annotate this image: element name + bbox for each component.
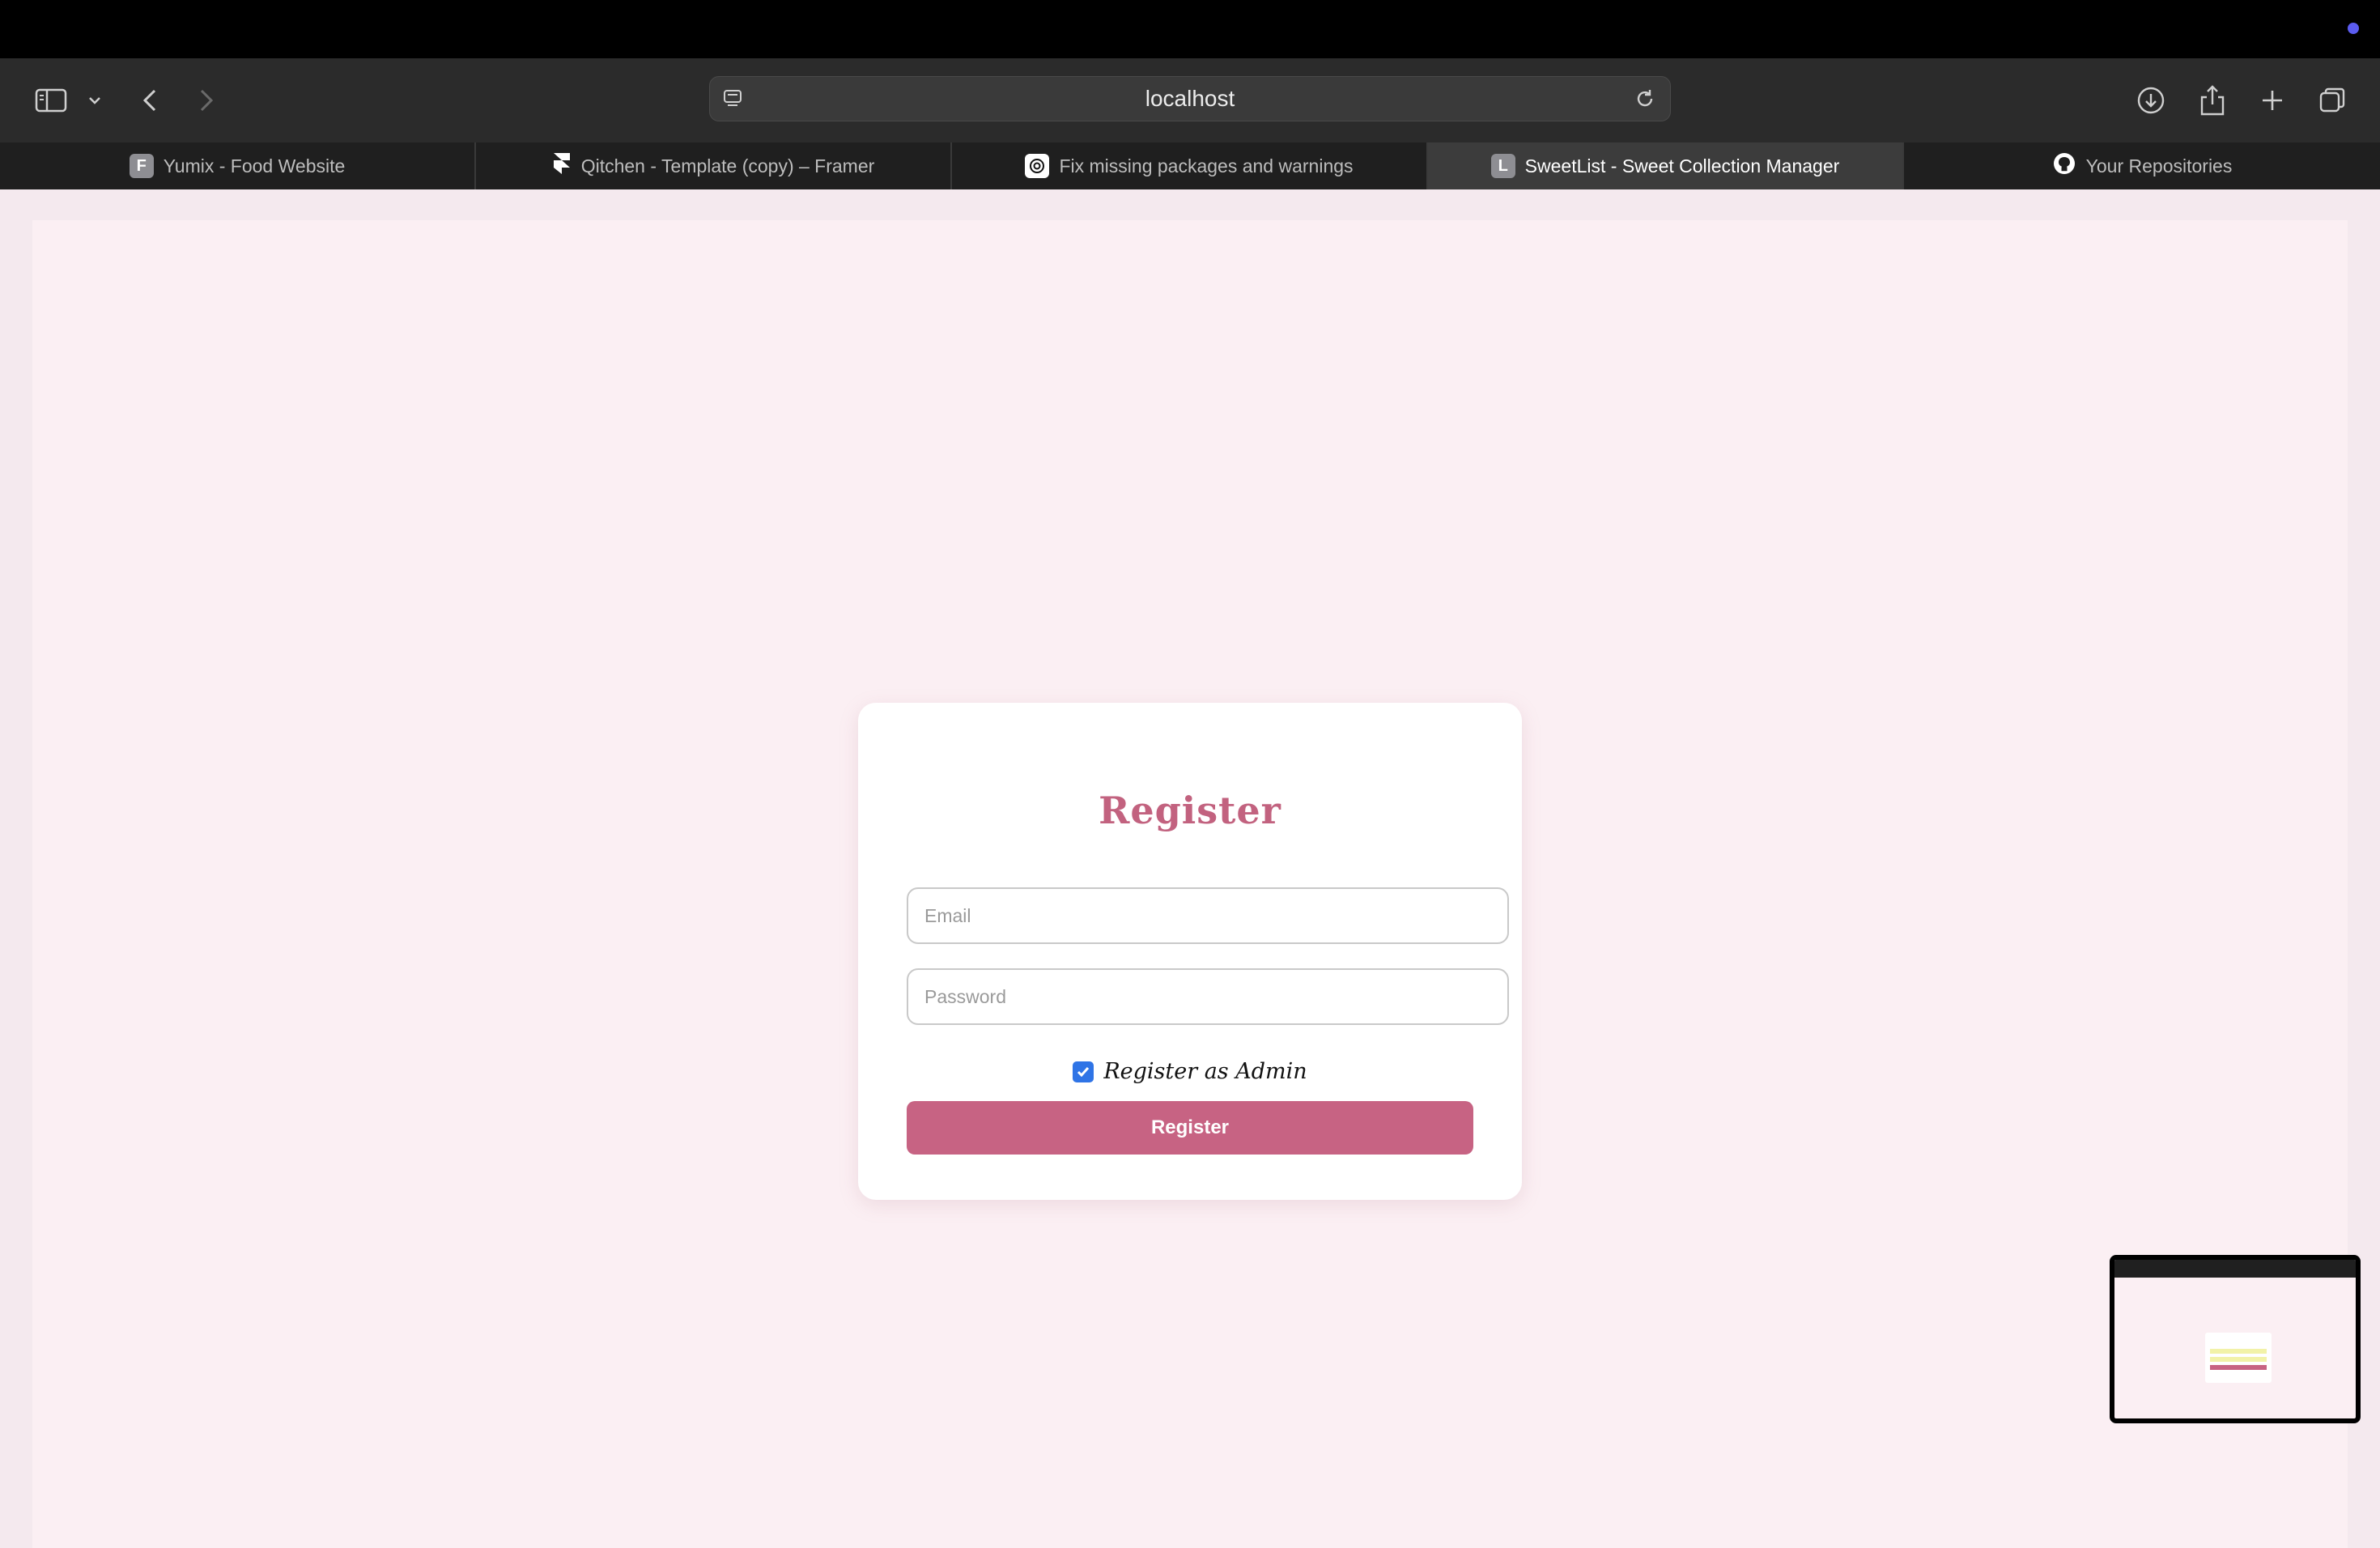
openai-icon [1025,154,1050,178]
downloads-icon[interactable] [2136,81,2166,120]
framer-icon [552,151,572,181]
status-indicator-dot [2348,23,2359,34]
system-menu-bar [0,0,2380,58]
tab-github[interactable]: Your Repositories [1904,142,2380,189]
tab-label: Yumix - Food Website [163,155,346,176]
new-tab-icon[interactable] [2257,81,2288,120]
admin-checkbox-label[interactable]: Register as Admin [1103,1059,1307,1084]
admin-checkbox-row: Register as Admin [858,1059,1522,1084]
sidebar-toggle-icon[interactable] [32,81,70,120]
thumbnail-card [2205,1333,2272,1383]
tab-label: Qitchen - Template (copy) – Framer [580,155,875,176]
thumbnail-field [2210,1357,2267,1362]
yumix-favicon-icon: F [129,154,154,178]
tab-qitchen[interactable]: Qitchen - Template (copy) – Framer [476,142,952,189]
back-icon[interactable] [138,81,162,120]
admin-checkbox[interactable] [1073,1061,1094,1082]
browser-toolbar: localhost [0,58,2380,142]
register-title: Register [1099,789,1281,832]
tab-label: Fix missing packages and warnings [1059,155,1354,176]
sweetlist-favicon-icon: L [1490,154,1515,178]
tab-label: SweetList - Sweet Collection Manager [1524,155,1840,176]
page-content: Register Register as Admin Register [32,220,2348,1548]
github-icon [2052,151,2076,181]
address-bar[interactable]: localhost [709,76,1671,121]
reload-icon[interactable] [1633,87,1657,115]
tab-bar: F Yumix - Food Website Qitchen - Templat… [0,142,2380,189]
email-field[interactable] [907,887,1509,944]
tab-overview-icon[interactable] [2317,81,2348,120]
tab-sweetlist[interactable]: L SweetList - Sweet Collection Manager [1428,142,1904,189]
screenshot-thumbnail[interactable] [2110,1255,2361,1423]
tab-chatgpt[interactable]: Fix missing packages and warnings [952,142,1428,189]
thumbnail-field [2210,1349,2267,1354]
chevron-down-icon[interactable] [84,81,105,120]
register-card: Register Register as Admin Register [858,703,1522,1200]
share-icon[interactable] [2197,81,2228,120]
address-url: localhost [1145,86,1235,111]
thumbnail-toolbar [2114,1260,2356,1278]
password-field[interactable] [907,968,1509,1025]
tab-yumix[interactable]: F Yumix - Food Website [0,142,476,189]
register-button[interactable]: Register [907,1101,1473,1155]
thumbnail-button [2210,1365,2267,1370]
forward-icon[interactable] [194,81,219,120]
tab-label: Your Repositories [2085,155,2233,176]
